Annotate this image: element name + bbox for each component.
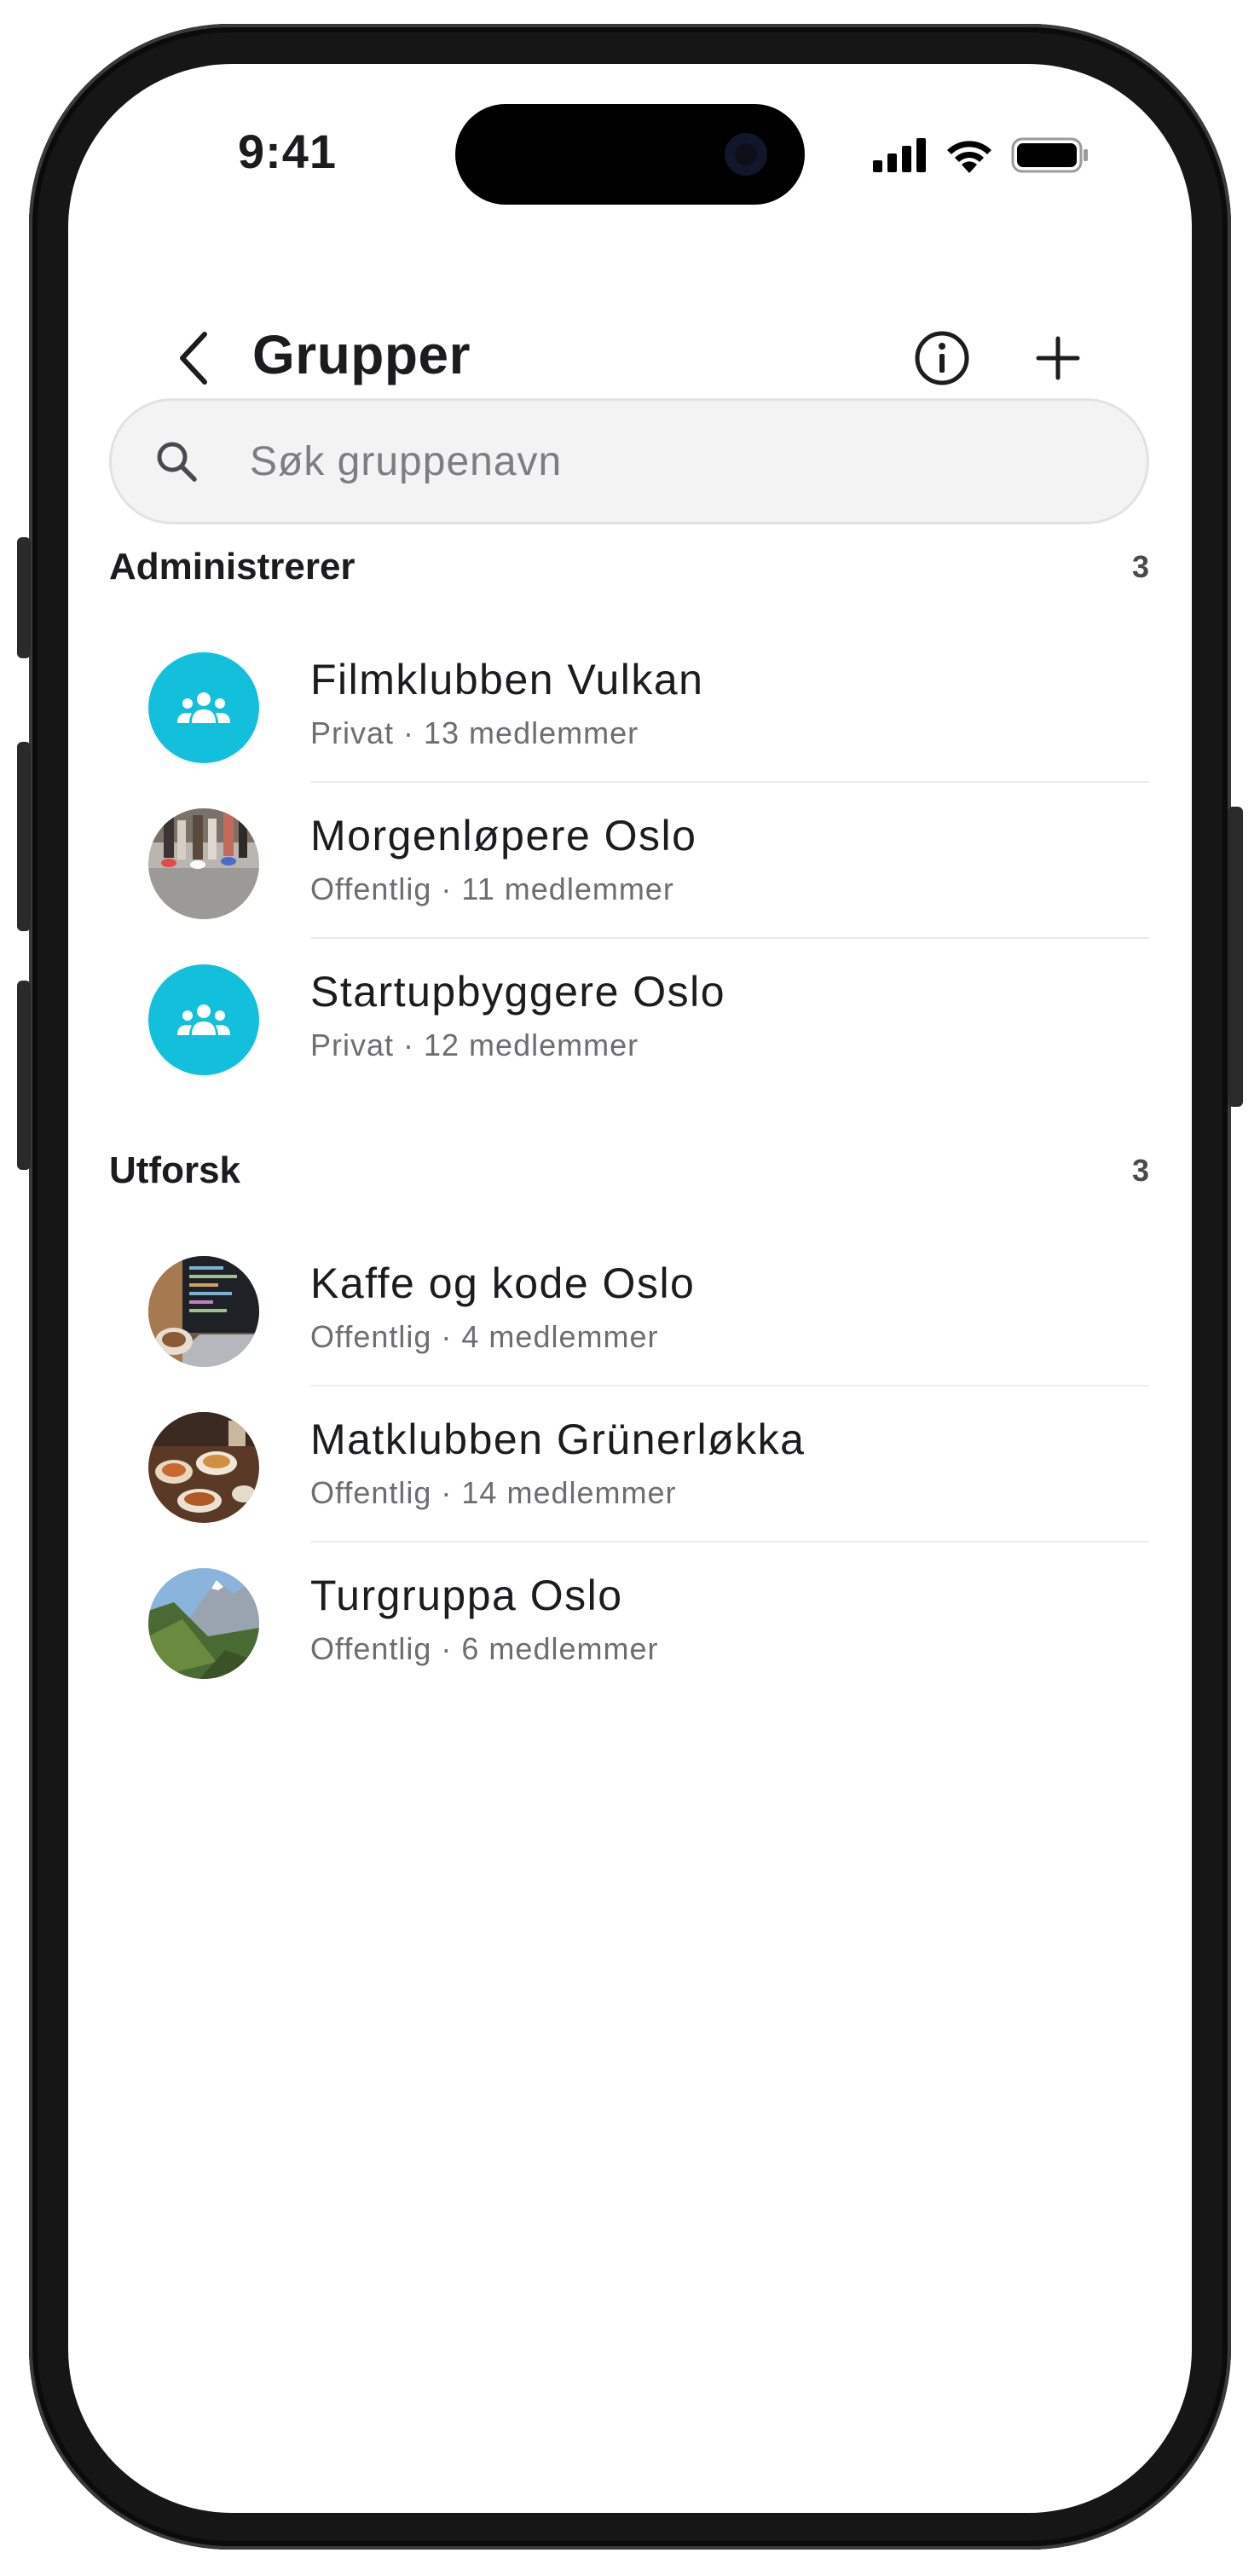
section-count: 3	[1131, 549, 1149, 584]
group-row[interactable]: Filmklubben Vulkan Privat · 13 medlemmer	[109, 627, 1149, 783]
battery-icon	[1011, 137, 1088, 173]
group-meta: Offentlig · 11 medlemmer	[310, 871, 674, 906]
group-name: Startupbyggere Oslo	[310, 968, 726, 1016]
avatar	[148, 1256, 259, 1367]
group-row[interactable]: Turgruppa Oslo Offentlig · 6 medlemmer	[109, 1543, 1149, 1699]
section-header-utforsk: Utforsk 3	[109, 1149, 1149, 1192]
group-meta: Privat · 13 medlemmer	[310, 715, 639, 750]
section-count: 3	[1131, 1153, 1149, 1188]
section-header-administrerer: Administrerer 3	[109, 546, 1149, 588]
group-icon	[177, 1004, 230, 1035]
group-meta: Offentlig · 6 medlemmer	[310, 1631, 659, 1666]
wifi-icon	[947, 141, 991, 173]
chevron-left-icon	[180, 332, 207, 385]
power-button	[1228, 807, 1243, 1107]
group-name: Filmklubben Vulkan	[310, 656, 704, 703]
search-input[interactable]	[248, 437, 1147, 486]
status-time: 9:41	[237, 124, 338, 178]
group-row[interactable]: Morgenløpere Oslo Offentlig · 11 medlemm…	[109, 783, 1149, 939]
avatar	[148, 1568, 259, 1679]
laptop-coffee-photo	[148, 1256, 259, 1367]
group-row[interactable]: Startupbyggere Oslo Privat · 12 medlemme…	[109, 939, 1149, 1095]
section-title: Administrerer	[109, 546, 355, 588]
volume-down-button	[17, 981, 31, 1170]
group-name: Turgruppa Oslo	[310, 1572, 623, 1619]
group-name: Kaffe og kode Oslo	[310, 1259, 696, 1307]
cellular-signal-icon	[873, 138, 926, 172]
mountain-photo	[148, 1568, 259, 1679]
avatar	[148, 1412, 259, 1523]
avatar	[148, 964, 259, 1075]
screen: 9:41 Grupper Søk gruppenavn Administrere…	[68, 64, 1192, 2513]
runners-photo	[148, 808, 259, 919]
group-meta: Privat · 12 medlemmer	[310, 1028, 639, 1062]
avatar	[148, 652, 259, 763]
group-row[interactable]: Matklubben Grünerløkka Offentlig · 14 me…	[109, 1386, 1149, 1543]
plus-icon	[1036, 336, 1080, 380]
group-row[interactable]: Kaffe og kode Oslo Offentlig · 4 medlemm…	[109, 1230, 1149, 1386]
add-group-button[interactable]	[1030, 330, 1086, 386]
dynamic-island	[455, 104, 805, 205]
group-meta: Offentlig · 14 medlemmer	[310, 1475, 677, 1510]
section-title: Utforsk	[109, 1149, 241, 1191]
group-meta: Offentlig · 4 medlemmer	[310, 1319, 659, 1354]
action-button	[17, 537, 31, 658]
group-list-utforsk: Kaffe og kode Oslo Offentlig · 4 medlemm…	[109, 1230, 1149, 1699]
volume-up-button	[17, 742, 31, 931]
search-icon	[157, 442, 197, 482]
info-icon	[915, 331, 969, 385]
status-icons	[873, 137, 1089, 173]
page-title: Grupper	[252, 324, 471, 385]
food-table-photo	[148, 1412, 259, 1523]
group-name: Morgenløpere Oslo	[310, 812, 697, 860]
group-icon	[177, 692, 230, 723]
avatar	[148, 808, 259, 919]
info-button[interactable]	[914, 330, 970, 386]
back-button[interactable]	[169, 324, 220, 392]
camera-icon	[725, 133, 767, 176]
group-name: Matklubben Grünerløkka	[310, 1415, 806, 1463]
group-list-administrerer: Filmklubben Vulkan Privat · 13 medlemmer	[109, 627, 1149, 1095]
search-bar[interactable]	[109, 398, 1149, 524]
